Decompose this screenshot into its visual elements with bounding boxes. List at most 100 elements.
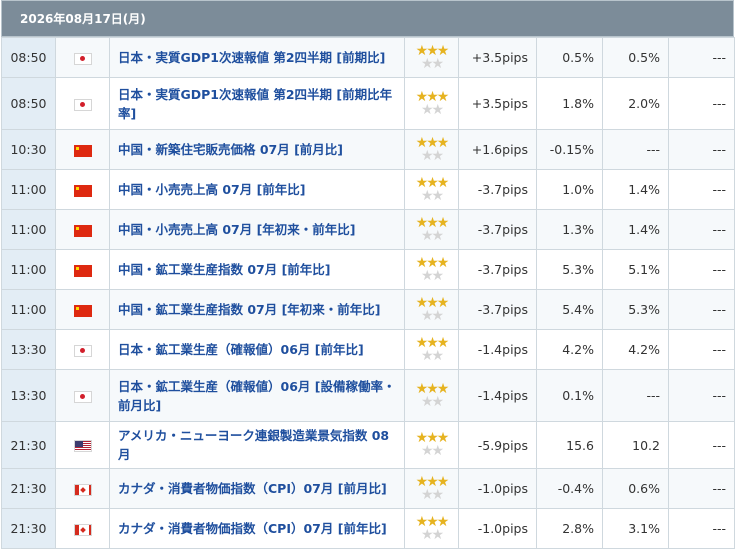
star-rating-empty-icon: ★★ — [420, 101, 444, 118]
event-name-link[interactable]: 中国・小売売上高 07月 [前年比] — [118, 182, 306, 197]
forecast-value: --- — [602, 129, 669, 170]
actual-value: --- — [668, 129, 735, 170]
event-time: 11:00 — [1, 209, 56, 250]
event-name-cell: カナダ・消費者物価指数（CPI）07月 [前月比] — [109, 468, 405, 509]
previous-value: 15.6 — [536, 421, 603, 469]
importance-rating: ★★★ ★★ — [404, 169, 459, 210]
country-flag-cell — [55, 369, 110, 422]
actual-value: --- — [668, 169, 735, 210]
previous-value: 1.8% — [536, 77, 603, 130]
event-row: 21:30 カナダ・消費者物価指数（CPI）07月 [前年比] ★★★ ★★ -1.0p… — [1, 508, 735, 549]
impact-pips: -3.7pips — [458, 209, 537, 250]
importance-rating: ★★★ ★★ — [404, 369, 459, 422]
forecast-value: 3.1% — [602, 508, 669, 549]
importance-rating: ★★★ ★★ — [404, 77, 459, 130]
event-name-link[interactable]: 日本・実質GDP1次速報値 第2四半期 [前期比] — [118, 50, 385, 65]
china-flag-icon — [73, 264, 92, 277]
actual-value: --- — [668, 508, 735, 549]
previous-value: 0.5% — [536, 37, 603, 78]
event-name-link[interactable]: 中国・鉱工業生産指数 07月 [年初来・前年比] — [118, 302, 381, 317]
forecast-value: --- — [602, 369, 669, 422]
importance-rating: ★★★ ★★ — [404, 37, 459, 78]
event-row: 13:30 日本・鉱工業生産（確報値）06月 [前年比] ★★★ ★★ -1.4pips… — [1, 329, 735, 370]
country-flag-cell — [55, 468, 110, 509]
event-time: 21:30 — [1, 421, 56, 469]
event-row: 10:30 中国・新築住宅販売価格 07月 [前月比] ★★★ ★★ +1.6pips -… — [1, 129, 735, 170]
previous-value: 4.2% — [536, 329, 603, 370]
actual-value: --- — [668, 249, 735, 290]
importance-rating: ★★★ ★★ — [404, 421, 459, 469]
event-time: 21:30 — [1, 508, 56, 549]
event-name-cell: アメリカ・ニューヨーク連銀製造業景気指数 08月 — [109, 421, 405, 469]
country-flag-cell — [55, 37, 110, 78]
star-rating-empty-icon: ★★ — [420, 393, 444, 410]
event-name-cell: 中国・小売売上高 07月 [前年比] — [109, 169, 405, 210]
event-name-link[interactable]: 中国・鉱工業生産指数 07月 [前年比] — [118, 262, 331, 277]
forecast-value: 1.4% — [602, 169, 669, 210]
country-flag-cell — [55, 421, 110, 469]
star-rating-empty-icon: ★★ — [420, 526, 444, 543]
importance-rating: ★★★ ★★ — [404, 129, 459, 170]
impact-pips: -1.4pips — [458, 369, 537, 422]
event-row: 11:00 中国・鉱工業生産指数 07月 [年初来・前年比] ★★★ ★★ -3.7pi… — [1, 289, 735, 330]
forecast-value: 4.2% — [602, 329, 669, 370]
country-flag-cell — [55, 289, 110, 330]
star-rating-empty-icon: ★★ — [420, 443, 444, 459]
impact-pips: -1.0pips — [458, 508, 537, 549]
impact-pips: +3.5pips — [458, 37, 537, 78]
event-name-cell: 中国・新築住宅販売価格 07月 [前月比] — [109, 129, 405, 170]
event-row: 11:00 中国・鉱工業生産指数 07月 [前年比] ★★★ ★★ -3.7pips 5.… — [1, 249, 735, 290]
event-time: 13:30 — [1, 329, 56, 370]
event-name-link[interactable]: 中国・小売売上高 07月 [年初来・前年比] — [118, 222, 356, 237]
star-rating-empty-icon: ★★ — [420, 486, 444, 503]
actual-value: --- — [668, 289, 735, 330]
actual-value: --- — [668, 329, 735, 370]
country-flag-cell — [55, 77, 110, 130]
event-name-cell: 中国・鉱工業生産指数 07月 [年初来・前年比] — [109, 289, 405, 330]
star-rating-empty-icon: ★★ — [420, 147, 444, 164]
china-flag-icon — [73, 144, 92, 157]
star-rating-empty-icon: ★★ — [420, 227, 444, 244]
japan-flag-icon — [73, 52, 92, 65]
event-time: 21:30 — [1, 468, 56, 509]
event-row: 11:00 中国・小売売上高 07月 [年初来・前年比] ★★★ ★★ -3.7pips… — [1, 209, 735, 250]
event-row: 21:30 アメリカ・ニューヨーク連銀製造業景気指数 08月 ★★★ ★★ -5.9pi… — [1, 421, 735, 469]
star-rating-empty-icon: ★★ — [420, 347, 444, 364]
event-name-cell: 日本・実質GDP1次速報値 第2四半期 [前期比年率] — [109, 77, 405, 130]
impact-pips: -1.4pips — [458, 329, 537, 370]
forecast-value: 1.4% — [602, 209, 669, 250]
china-flag-icon — [73, 304, 92, 317]
forecast-value: 0.6% — [602, 468, 669, 509]
event-name-link[interactable]: カナダ・消費者物価指数（CPI）07月 [前月比] — [118, 481, 387, 496]
event-name-cell: 日本・鉱工業生産（確報値）06月 [設備稼働率・前月比] — [109, 369, 405, 422]
event-time: 08:50 — [1, 37, 56, 78]
previous-value: 0.1% — [536, 369, 603, 422]
event-name-link[interactable]: 日本・鉱工業生産（確報値）06月 [設備稼働率・前月比] — [118, 379, 395, 413]
event-name-link[interactable]: 日本・鉱工業生産（確報値）06月 [前年比] — [118, 342, 364, 357]
impact-pips: +3.5pips — [458, 77, 537, 130]
event-time: 10:30 — [1, 129, 56, 170]
previous-value: -0.15% — [536, 129, 603, 170]
importance-rating: ★★★ ★★ — [404, 468, 459, 509]
event-name-link[interactable]: 中国・新築住宅販売価格 07月 [前月比] — [118, 142, 343, 157]
star-rating-empty-icon: ★★ — [420, 307, 444, 324]
country-flag-cell — [55, 209, 110, 250]
event-name-link[interactable]: 日本・実質GDP1次速報値 第2四半期 [前期比年率] — [118, 87, 392, 121]
star-rating-empty-icon: ★★ — [420, 187, 444, 204]
country-flag-cell — [55, 508, 110, 549]
forecast-value: 10.2 — [602, 421, 669, 469]
event-name-link[interactable]: カナダ・消費者物価指数（CPI）07月 [前年比] — [118, 521, 387, 536]
forecast-value: 5.3% — [602, 289, 669, 330]
previous-value: 2.8% — [536, 508, 603, 549]
china-flag-icon — [73, 184, 92, 197]
event-row: 21:30 カナダ・消費者物価指数（CPI）07月 [前月比] ★★★ ★★ -1.0p… — [1, 468, 735, 509]
actual-value: --- — [668, 209, 735, 250]
event-row: 11:00 中国・小売売上高 07月 [前年比] ★★★ ★★ -3.7pips 1.0%… — [1, 169, 735, 210]
country-flag-cell — [55, 249, 110, 290]
event-name-link[interactable]: アメリカ・ニューヨーク連銀製造業景気指数 08月 — [118, 428, 389, 462]
forecast-value: 2.0% — [602, 77, 669, 130]
impact-pips: -1.0pips — [458, 468, 537, 509]
impact-pips: -3.7pips — [458, 289, 537, 330]
date-header: 2026年08月17日(月) — [1, 0, 734, 37]
previous-value: 1.3% — [536, 209, 603, 250]
